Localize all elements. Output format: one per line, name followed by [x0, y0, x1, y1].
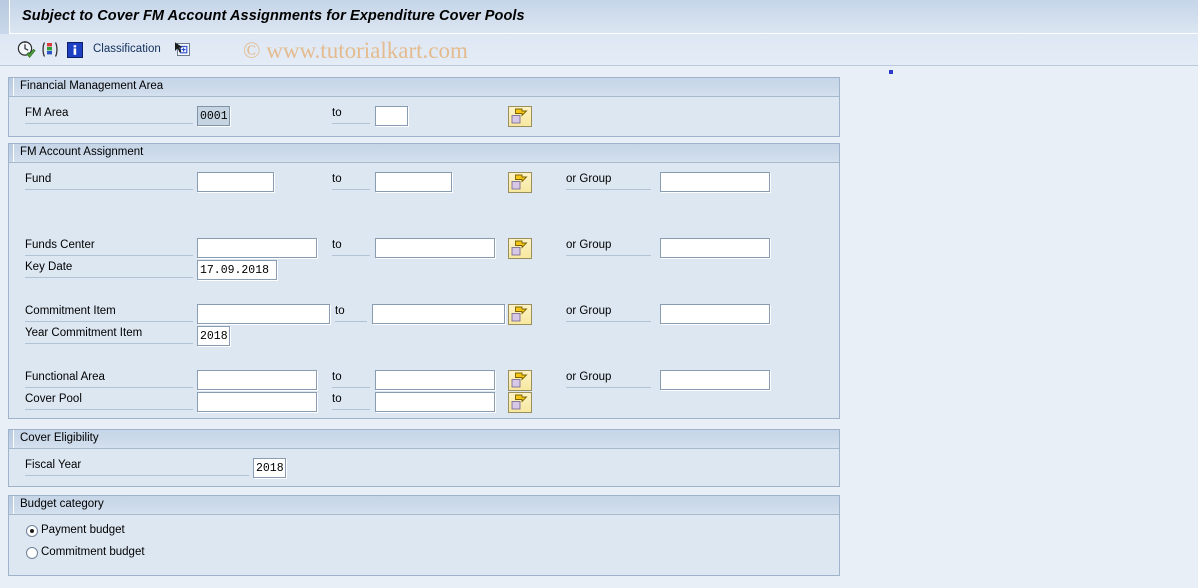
input-funds-center-group[interactable]: [660, 238, 770, 258]
section-body: Fund to or Group Funds Center to or Grou…: [9, 163, 839, 418]
header-left-accent: [9, 430, 14, 448]
section-header: Budget category: [9, 496, 839, 515]
label-to-cover-pool: to: [332, 393, 370, 410]
header-left-accent: [9, 78, 14, 96]
section-title: FM Account Assignment: [20, 146, 144, 158]
sap-selection-screen: Subject to Cover FM Account Assignments …: [0, 0, 1198, 588]
label-fund: Fund: [25, 173, 193, 190]
label-or-group-funds-center: or Group: [566, 239, 651, 256]
label-key-date: Key Date: [25, 261, 193, 278]
input-commitment-item-to[interactable]: [372, 304, 505, 324]
info-icon[interactable]: [65, 40, 85, 65]
multiple-selection-arrow-icon-funds-center[interactable]: [508, 238, 532, 259]
input-commitment-item-from[interactable]: [197, 304, 330, 324]
label-fm-area: FM Area: [25, 107, 193, 124]
input-commitment-item-group[interactable]: [660, 304, 770, 324]
section-header: FM Account Assignment: [9, 144, 839, 163]
input-fiscal-year[interactable]: [253, 458, 286, 478]
label-or-group-functional-area: or Group: [566, 371, 651, 388]
input-fm-area-to[interactable]: [375, 106, 408, 126]
blue-dot-artifact: [889, 70, 893, 74]
section-fm-account-assignment: FM Account Assignment Fund to or Group F…: [8, 143, 840, 419]
label-to-funds-center: to: [332, 239, 370, 256]
window-title-bar: Subject to Cover FM Account Assignments …: [0, 0, 1198, 34]
header-left-accent: [9, 144, 14, 162]
label-to-fund: to: [332, 173, 370, 190]
multiple-selection-arrow-icon-cover-pool[interactable]: [508, 392, 532, 413]
section-title: Cover Eligibility: [20, 432, 99, 444]
multiple-selection-arrow-icon-fm-area[interactable]: [508, 106, 532, 127]
select-variant-icon[interactable]: [41, 40, 61, 65]
section-title: Budget category: [20, 498, 104, 510]
input-funds-center-from[interactable]: [197, 238, 317, 258]
multiple-selection-arrow-icon-commitment-item[interactable]: [508, 304, 532, 325]
radio-button-unselected-icon[interactable]: [26, 547, 38, 559]
input-cover-pool-from[interactable]: [197, 392, 317, 412]
execute-clock-icon[interactable]: [16, 40, 36, 65]
label-to-functional-area: to: [332, 371, 370, 388]
section-body: Payment budget Commitment budget: [9, 515, 839, 575]
label-or-group-commitment-item: or Group: [566, 305, 651, 322]
multiple-selection-arrow-icon-functional-area[interactable]: [508, 370, 532, 391]
input-fund-group[interactable]: [660, 172, 770, 192]
header-left-accent: [9, 496, 14, 514]
label-cover-pool: Cover Pool: [25, 393, 193, 410]
input-key-date[interactable]: [197, 260, 277, 280]
section-cover-eligibility: Cover Eligibility Fiscal Year: [8, 429, 840, 487]
label-to-fm-area: to: [332, 107, 370, 124]
watermark: © www.tutorialkart.com: [243, 38, 468, 63]
section-header: Financial Management Area: [9, 78, 839, 97]
radio-label-commitment-budget: Commitment budget: [41, 546, 145, 558]
label-or-group-fund: or Group: [566, 173, 651, 190]
input-funds-center-to[interactable]: [375, 238, 495, 258]
label-funds-center: Funds Center: [25, 239, 193, 256]
section-budget-category: Budget category Payment budget Commitmen…: [8, 495, 840, 576]
input-fund-from[interactable]: [197, 172, 274, 192]
section-body: FM Area to: [9, 97, 839, 136]
label-fiscal-year: Fiscal Year: [25, 459, 249, 476]
label-to-commitment-item: to: [335, 305, 367, 322]
input-functional-area-to[interactable]: [375, 370, 495, 390]
radio-label-payment-budget: Payment budget: [41, 524, 125, 536]
label-year-commitment-item: Year Commitment Item: [25, 327, 193, 344]
window-title: Subject to Cover FM Account Assignments …: [22, 8, 525, 24]
input-functional-area-group[interactable]: [660, 370, 770, 390]
label-functional-area: Functional Area: [25, 371, 193, 388]
dynamic-selection-icon[interactable]: [172, 40, 192, 65]
section-title: Financial Management Area: [20, 80, 164, 92]
input-functional-area-from[interactable]: [197, 370, 317, 390]
classification-button-label[interactable]: Classification: [93, 43, 161, 55]
input-cover-pool-to[interactable]: [375, 392, 495, 412]
label-commitment-item: Commitment Item: [25, 305, 193, 322]
input-year-commitment-item[interactable]: [197, 326, 230, 346]
input-fund-to[interactable]: [375, 172, 452, 192]
input-fm-area-from[interactable]: [197, 106, 230, 126]
section-body: Fiscal Year: [9, 449, 839, 486]
multiple-selection-arrow-icon-fund[interactable]: [508, 172, 532, 193]
section-header: Cover Eligibility: [9, 430, 839, 449]
title-bar-left-edge: [0, 0, 10, 34]
radio-button-selected-icon[interactable]: [26, 525, 38, 537]
application-toolbar: Classification: [0, 34, 1198, 66]
section-financial-management-area: Financial Management Area FM Area to: [8, 77, 840, 137]
